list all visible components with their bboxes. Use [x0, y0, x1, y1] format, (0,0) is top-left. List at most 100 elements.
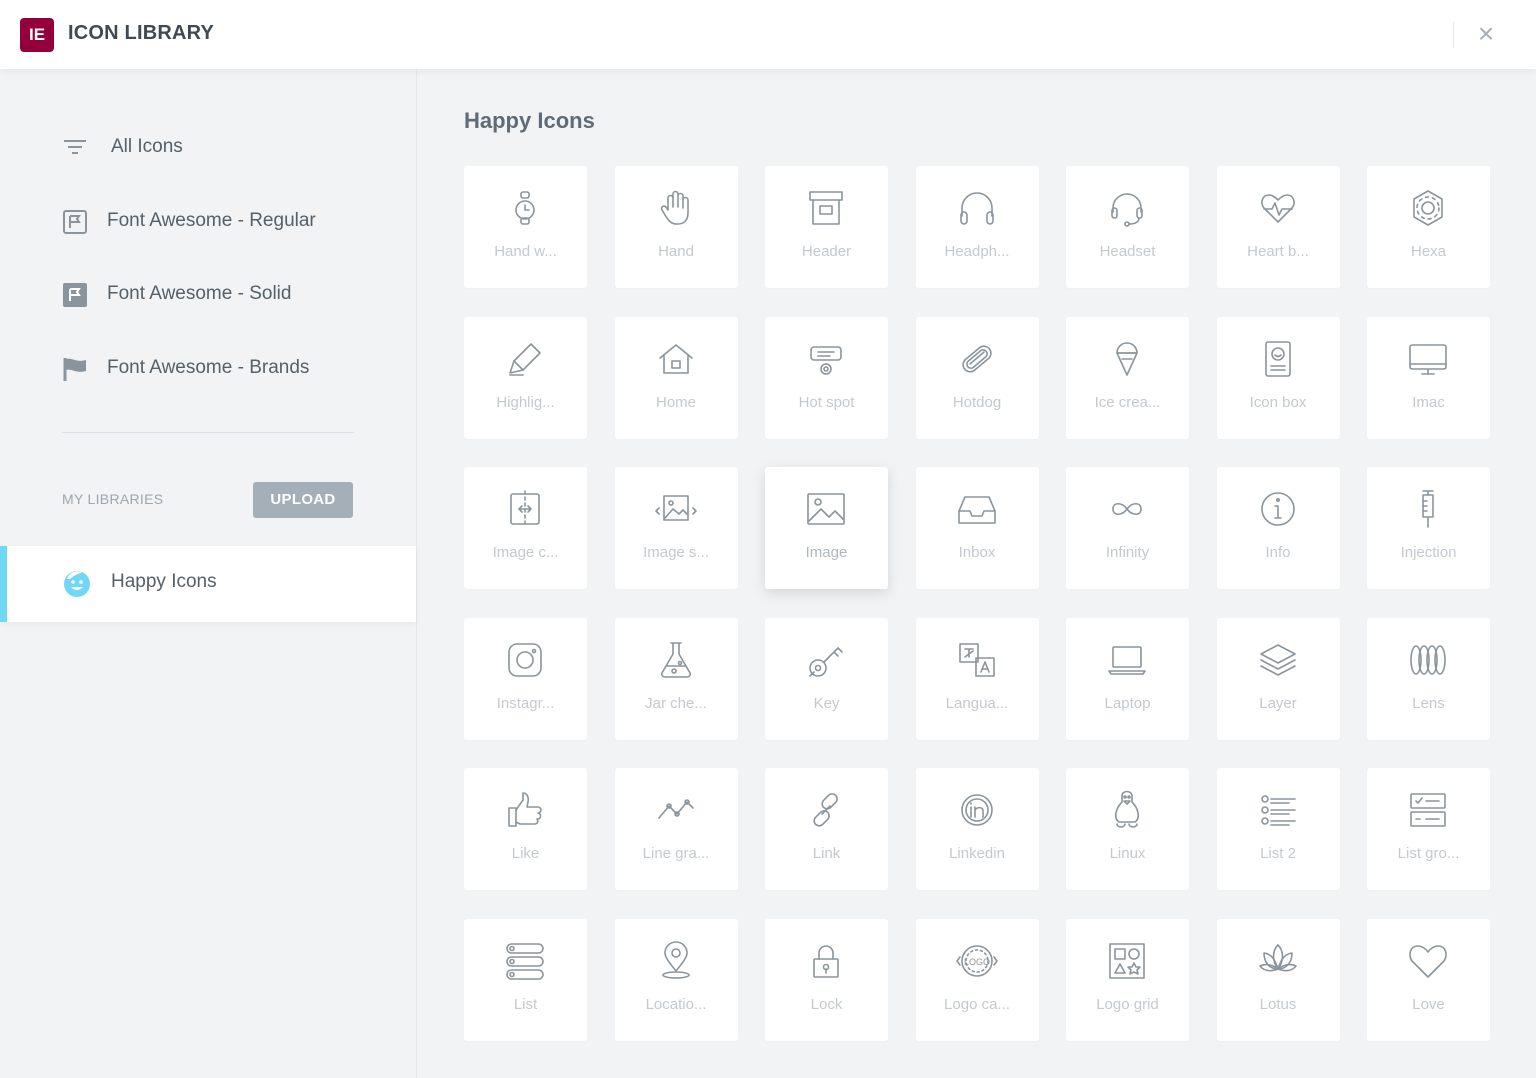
- sidebar-item-all-icons[interactable]: All Icons: [0, 119, 416, 175]
- inbox-icon: [957, 496, 996, 524]
- icon-tile-label: Hexa: [1410, 243, 1447, 260]
- icon-tile-label: Hand w...: [494, 243, 557, 260]
- lock-icon: [813, 944, 839, 978]
- sidebar: All Icons Font Awesome - Regular Font Aw…: [0, 69, 417, 1078]
- icon-tile-label: Line gra...: [642, 845, 710, 862]
- icon-tile-label: Image s...: [643, 544, 709, 561]
- icon-tile-heart-b[interactable]: Heart b...: [1216, 166, 1340, 288]
- icon-tile-jar-che[interactable]: Jar che...: [614, 617, 738, 740]
- icon-tile-info[interactable]: Info: [1216, 467, 1340, 589]
- icon-tile-label: List: [513, 995, 538, 1013]
- icon-tile-highlig[interactable]: Highlig...: [464, 316, 587, 439]
- link-icon: [813, 793, 838, 827]
- flag-brand-icon: [63, 358, 86, 381]
- list-gro-icon: [1410, 793, 1446, 827]
- icon-tile-linkedin[interactable]: Linkedin: [915, 768, 1039, 890]
- icon-tile-label: Image: [805, 544, 848, 561]
- icon-tile-label: Headph...: [944, 243, 1010, 260]
- icon-tile-label: Logo ca...: [944, 995, 1010, 1013]
- icon-tile-laptop[interactable]: Laptop: [1066, 617, 1189, 740]
- icon-tile-lens[interactable]: Lens: [1367, 617, 1490, 740]
- icon-tile-ice-crea[interactable]: Ice crea...: [1066, 316, 1189, 439]
- love-icon: [1409, 944, 1447, 978]
- list-icon: [506, 942, 544, 980]
- icon-tile-hand-w[interactable]: Hand w...: [464, 166, 587, 288]
- hand-icon: [660, 190, 689, 225]
- icon-tile-hot-spot[interactable]: Hot spot: [765, 316, 888, 439]
- icon-tile-label: Like: [511, 845, 540, 862]
- icon-tile-label: Love: [1412, 995, 1445, 1013]
- icon-tile-lotus[interactable]: Lotus: [1216, 918, 1340, 1041]
- icon-tile-image-s[interactable]: Image s...: [614, 467, 738, 589]
- key-icon: [809, 646, 843, 677]
- icon-tile-label: Icon box: [1249, 393, 1307, 411]
- sidebar-item-fa-regular[interactable]: Font Awesome - Regular: [0, 193, 416, 249]
- image-c-icon: [510, 490, 540, 528]
- icon-tile-label: Key: [813, 694, 840, 712]
- linkedin-icon: [960, 794, 993, 826]
- header-icon: [809, 191, 843, 225]
- icon-tile-label: Linkedin: [949, 845, 1005, 862]
- logo-ca-icon: LOGO: [955, 944, 998, 977]
- icon-tile-locatio[interactable]: Locatio...: [614, 918, 738, 1041]
- icon-tile-key[interactable]: Key: [765, 617, 888, 740]
- icon-tile-lock[interactable]: Lock: [765, 918, 888, 1041]
- icon-tile-list-2[interactable]: List 2: [1216, 768, 1340, 890]
- headset-icon: [1111, 193, 1143, 227]
- icon-tile-link[interactable]: Link: [765, 768, 888, 890]
- icon-tile-list[interactable]: List: [464, 918, 587, 1041]
- icon-tile-hotdog[interactable]: Hotdog: [915, 316, 1039, 439]
- sidebar-item-fa-brands[interactable]: Font Awesome - Brands: [0, 340, 416, 396]
- sidebar-item-happy-icons[interactable]: Happy Icons: [0, 546, 416, 622]
- icon-tile-list-gro[interactable]: List gro...: [1367, 768, 1490, 890]
- icon-tile-label: Locatio...: [645, 995, 707, 1013]
- icon-tile-label: Imac: [1412, 393, 1445, 411]
- icon-tile-imac[interactable]: Imac: [1367, 316, 1490, 439]
- icon-tile-hand[interactable]: Hand: [614, 166, 738, 288]
- hot-spot-icon: [810, 345, 842, 375]
- active-indicator: [0, 546, 7, 622]
- hand-w-icon: [515, 191, 535, 225]
- sidebar-item-label: All Icons: [111, 136, 183, 157]
- close-button[interactable]: ×: [1470, 18, 1502, 50]
- icon-tile-headph[interactable]: Headph...: [915, 166, 1039, 288]
- flag-solid-icon: [63, 283, 87, 307]
- icon-tile-icon-box[interactable]: Icon box: [1216, 316, 1340, 439]
- icon-tile-image-c[interactable]: Image c...: [464, 467, 587, 589]
- filter-lines-icon: [64, 140, 86, 154]
- icon-tile-label: Ice crea...: [1094, 393, 1161, 411]
- icon-tile-inbox[interactable]: Inbox: [915, 467, 1039, 589]
- icon-tile-instagr[interactable]: Instagr...: [464, 617, 587, 740]
- icon-tile-header[interactable]: Header: [765, 166, 888, 288]
- icon-tile-logo-grid[interactable]: Logo grid: [1066, 918, 1189, 1041]
- highlig-icon: [509, 342, 541, 376]
- icon-tile-home[interactable]: Home: [614, 316, 738, 439]
- icon-tile-love[interactable]: Love: [1367, 918, 1490, 1041]
- icon-tile-headset[interactable]: Headset: [1066, 166, 1189, 288]
- icon-browser: Happy Icons Hand w... Hand Header Headph...…: [417, 69, 1536, 1078]
- icon-tile-layer[interactable]: Layer: [1216, 617, 1340, 740]
- lens-icon: [1410, 644, 1446, 675]
- icon-tile-label: List 2: [1260, 845, 1296, 862]
- icon-tile-label: Laptop: [1104, 694, 1151, 712]
- icon-tile-infinity[interactable]: Infinity: [1066, 467, 1189, 589]
- icon-tile-logo-ca[interactable]: LOGO Logo ca...: [915, 918, 1039, 1041]
- home-icon: [658, 343, 693, 374]
- sidebar-item-label: Font Awesome - Brands: [107, 357, 310, 378]
- upload-button[interactable]: UPLOAD: [253, 482, 353, 518]
- icon-tile-label: Lotus: [1259, 995, 1297, 1013]
- icon-tile-like[interactable]: Like: [464, 768, 587, 890]
- icon-tile-linux[interactable]: Linux: [1066, 768, 1189, 890]
- icon-box-icon: [1264, 340, 1291, 377]
- icon-tile-image[interactable]: Image: [765, 467, 888, 589]
- icon-tile-injection[interactable]: Injection: [1367, 467, 1490, 589]
- icon-tile-label: Inbox: [958, 544, 996, 561]
- sidebar-item-fa-solid[interactable]: Font Awesome - Solid: [0, 266, 416, 322]
- image-s-icon: [654, 495, 697, 521]
- icon-tile-line-gra[interactable]: Line gra...: [614, 768, 738, 890]
- line-gra-icon: [657, 799, 694, 819]
- icon-tile-hexa[interactable]: Hexa: [1367, 166, 1490, 288]
- lotus-icon: [1258, 943, 1297, 971]
- imac-icon: [1409, 343, 1447, 375]
- icon-tile-langua[interactable]: Langua...: [915, 617, 1039, 740]
